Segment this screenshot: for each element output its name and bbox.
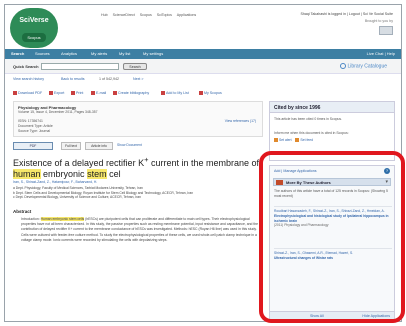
view-references-link[interactable]: View references (17) (225, 119, 256, 123)
nav-analytics[interactable]: Analytics (61, 51, 77, 56)
logo-text: SciVerse (19, 17, 49, 24)
rss-icon (295, 138, 300, 143)
abstract-intro: Introduction: (21, 217, 41, 221)
document-type: Document Type: Article (18, 124, 53, 128)
annotation-highlight-box (259, 151, 405, 323)
list-icon (161, 91, 165, 96)
nav-search[interactable]: Search (11, 51, 24, 56)
my-scopus-label: My Scopus (204, 91, 222, 95)
title-part-3: embryonic (40, 168, 88, 179)
result-position: 1 of 542,942 (99, 77, 119, 81)
affiliation-c: c Dept. Developmental Biology, Universit… (13, 195, 141, 200)
quick-search-bar: Quick Search Search Library Catalogue (5, 59, 401, 74)
print-label: Print (76, 91, 84, 95)
brought-by-label: Brought to you by (364, 19, 393, 23)
journal-info-box: Physiology and Pharmacology Volume 15, I… (13, 101, 263, 137)
article-toolbar: Download PDF Export Print E-mail Create … (13, 89, 263, 98)
top-link-hub[interactable]: Hub (101, 13, 108, 17)
library-catalogue-label: Library Catalogue (347, 63, 387, 70)
email-icon (91, 91, 95, 96)
nav-sources[interactable]: Sources (35, 51, 50, 56)
set-alert-link[interactable]: Set alert (274, 138, 292, 143)
abstract-highlight: Human embryonic stem cells (40, 217, 85, 221)
my-scopus-button[interactable]: My Scopus (199, 91, 222, 96)
top-link-sciencedirect[interactable]: ScienceDirect (113, 13, 135, 17)
article-main: Download PDF Export Print E-mail Create … (13, 85, 263, 321)
print-button[interactable]: Print (71, 91, 84, 96)
abstract-heading: Abstract (13, 209, 32, 214)
fulltext-links: PDF Full text Article info Show Document (13, 142, 263, 151)
journal-issn: ISSN: 17356741 (18, 119, 43, 123)
title-part-2: current in the membrane of (148, 158, 260, 168)
scopus-logo-badge: Scopus (22, 33, 46, 42)
pdf-icon (13, 91, 17, 96)
affiliations: a Dept. Physiology, Faculty of Medical S… (13, 186, 263, 200)
bibliography-icon (113, 91, 117, 96)
email-button[interactable]: E-mail (91, 91, 107, 96)
nav-my-alerts[interactable]: My alerts (91, 51, 107, 56)
top-links: Hub ScienceDirect Scopus SciTopics Appli… (101, 13, 200, 17)
export-label: Export (54, 91, 65, 95)
quick-search-input[interactable] (41, 63, 119, 70)
download-pdf-button[interactable]: Download PDF (13, 91, 43, 96)
top-link-scopus[interactable]: Scopus (140, 13, 152, 17)
export-icon (49, 91, 53, 96)
title-highlight-stem: stem (87, 168, 107, 179)
export-button[interactable]: Export (49, 91, 65, 96)
cited-by-title: Cited by since 1996 (270, 102, 394, 113)
author-list[interactable]: Iran, S., Shirazi-Zand, Z., Hatamipour, … (13, 180, 263, 184)
pdf-button[interactable]: PDF (13, 142, 53, 150)
nav-my-settings[interactable]: My settings (143, 51, 163, 56)
next-result-link[interactable]: Next > (133, 77, 144, 81)
citation-alerts: Set alert Set feed (274, 138, 314, 143)
source-type: Source Type: Journal (18, 129, 50, 133)
back-to-results-link[interactable]: Back to results (61, 77, 85, 81)
sciverse-logo[interactable]: SciVerse Scopus (10, 8, 58, 48)
full-text-button[interactable]: Full text (61, 142, 81, 150)
email-alert-icon (274, 138, 278, 143)
inform-me-text: Inform me when this document is cited in… (274, 131, 349, 135)
top-link-scitopics[interactable]: SciTopics (157, 13, 172, 17)
cited-count-text: This article has been cited 0 times in S… (274, 117, 343, 121)
email-label: E-mail (96, 91, 107, 95)
create-bibliography-label: Create bibliography (118, 91, 150, 95)
title-part-1: Existence of a delayed rectifier K (13, 158, 145, 168)
title-highlight-human: human (13, 168, 41, 179)
my-scopus-icon (199, 91, 203, 96)
article-info-button[interactable]: Article info (85, 142, 113, 150)
set-alert-label: Set alert (279, 138, 292, 142)
top-link-applications[interactable]: Applications (177, 13, 196, 17)
journal-volume-info: Volume 15, Issue 4, December 2011, Pages… (18, 110, 98, 114)
main-nav: Search Sources Analytics My alerts My li… (5, 49, 401, 59)
header: SciVerse Scopus Hub ScienceDirect Scopus… (5, 5, 401, 49)
create-bibliography-button[interactable]: Create bibliography (113, 91, 150, 96)
results-subbar: View search history Back to results 1 of… (5, 75, 401, 83)
article-title: Existence of a delayed rectifier K+ curr… (13, 155, 263, 179)
nav-my-list[interactable]: My list (119, 51, 130, 56)
quick-search-button[interactable]: Search (123, 63, 147, 70)
nav-live-chat-help[interactable]: Live Chat | Help (367, 51, 395, 56)
user-status[interactable]: Shaqi Takahashi is logged in | Logout | … (281, 12, 393, 17)
view-search-history-link[interactable]: View search history (13, 77, 44, 81)
user-box: Shaqi Takahashi is logged in | Logout | … (281, 12, 393, 37)
title-part-4: cel (106, 168, 121, 179)
set-feed-link[interactable]: Set feed (295, 138, 314, 143)
print-icon (71, 91, 75, 96)
quick-search-label: Quick Search (13, 64, 39, 69)
add-to-my-list-button[interactable]: Add to My List (161, 91, 189, 96)
catalogue-icon (339, 63, 346, 69)
set-feed-label: Set feed (300, 138, 314, 142)
download-pdf-label: Download PDF (18, 91, 43, 95)
show-document-link[interactable]: Show Document (117, 143, 142, 147)
institution-logo-icon (379, 26, 393, 35)
add-to-my-list-label: Add to My List (166, 91, 189, 95)
abstract-text: Introduction: Human embryonic stem cells… (21, 217, 259, 243)
library-catalogue-link[interactable]: Library Catalogue (339, 63, 387, 70)
